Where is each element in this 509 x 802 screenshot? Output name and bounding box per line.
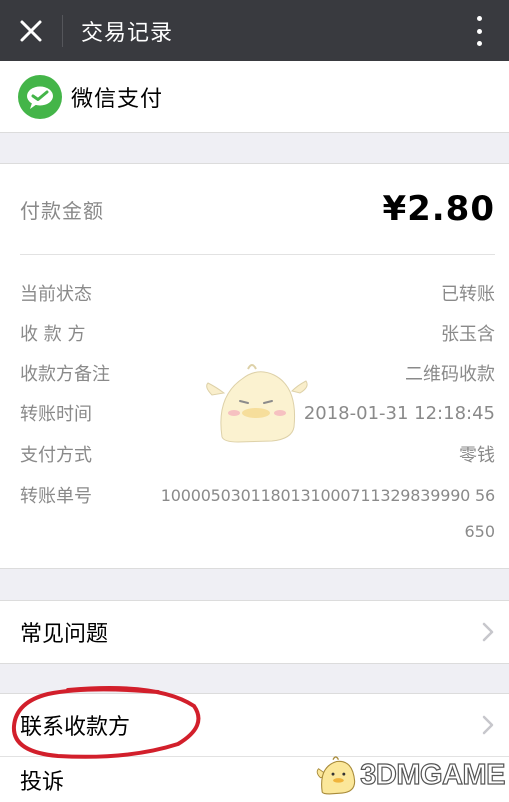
detail-value: 二维码收款: [405, 364, 495, 385]
detail-row-status: 当前状态 已转账: [20, 278, 495, 308]
top-bar: 交易记录: [0, 0, 509, 61]
chick-mascot-icon: [316, 756, 356, 795]
detail-value: 1000050301180131000711329839990 56: [160, 485, 495, 505]
watermark: 3DMGAME: [315, 748, 506, 802]
brand-header: 微信支付: [0, 61, 509, 133]
more-vertical-icon: [476, 16, 482, 21]
topbar-divider: [62, 14, 63, 47]
brand-name: 微信支付: [71, 86, 164, 112]
chevron-right-icon: [482, 622, 494, 642]
page-title: 交易记录: [81, 20, 174, 46]
faq-row[interactable]: 常见问题: [0, 600, 509, 664]
faq-label: 常见问题: [20, 622, 109, 647]
detail-row-transfer-no: 转账单号 1000050301180131000711329839990 56: [20, 480, 495, 510]
close-icon: [20, 20, 42, 41]
transaction-detail-card: 付款金额 ¥2.80 当前状态 已转账 收 款 方 张玉含 收款方备注 二维码收…: [0, 163, 509, 569]
detail-row-payee: 收 款 方 张玉含: [20, 318, 495, 348]
detail-label: 当前状态: [20, 284, 92, 305]
transfer-no-continuation: 650: [464, 522, 495, 541]
amount-label: 付款金额: [20, 198, 104, 223]
amount-value: ¥2.80: [382, 189, 495, 229]
close-button[interactable]: [0, 0, 62, 61]
detail-label: 收 款 方: [20, 324, 86, 345]
detail-label: 转账单号: [20, 486, 92, 507]
mascot-watermark-icon: [206, 364, 308, 443]
contact-payee-row[interactable]: 联系收款方: [0, 693, 509, 756]
chevron-right-icon: [482, 715, 494, 735]
contact-payee-label: 联系收款方: [20, 715, 131, 740]
detail-label: 支付方式: [20, 445, 92, 466]
detail-label: 收款方备注: [20, 364, 110, 385]
amount-row: 付款金额 ¥2.80: [20, 164, 495, 255]
watermark-text: 3DMGAME: [360, 758, 506, 791]
wechat-pay-logo-icon: [18, 74, 62, 119]
detail-value: 零钱: [459, 445, 495, 466]
detail-label: 转账时间: [20, 404, 92, 425]
complain-label: 投诉: [20, 769, 65, 795]
detail-value: 张玉含: [441, 324, 495, 345]
detail-value: 2018-01-31 12:18:45: [303, 402, 495, 424]
detail-value: 已转账: [441, 284, 495, 305]
more-button[interactable]: [467, 12, 491, 50]
